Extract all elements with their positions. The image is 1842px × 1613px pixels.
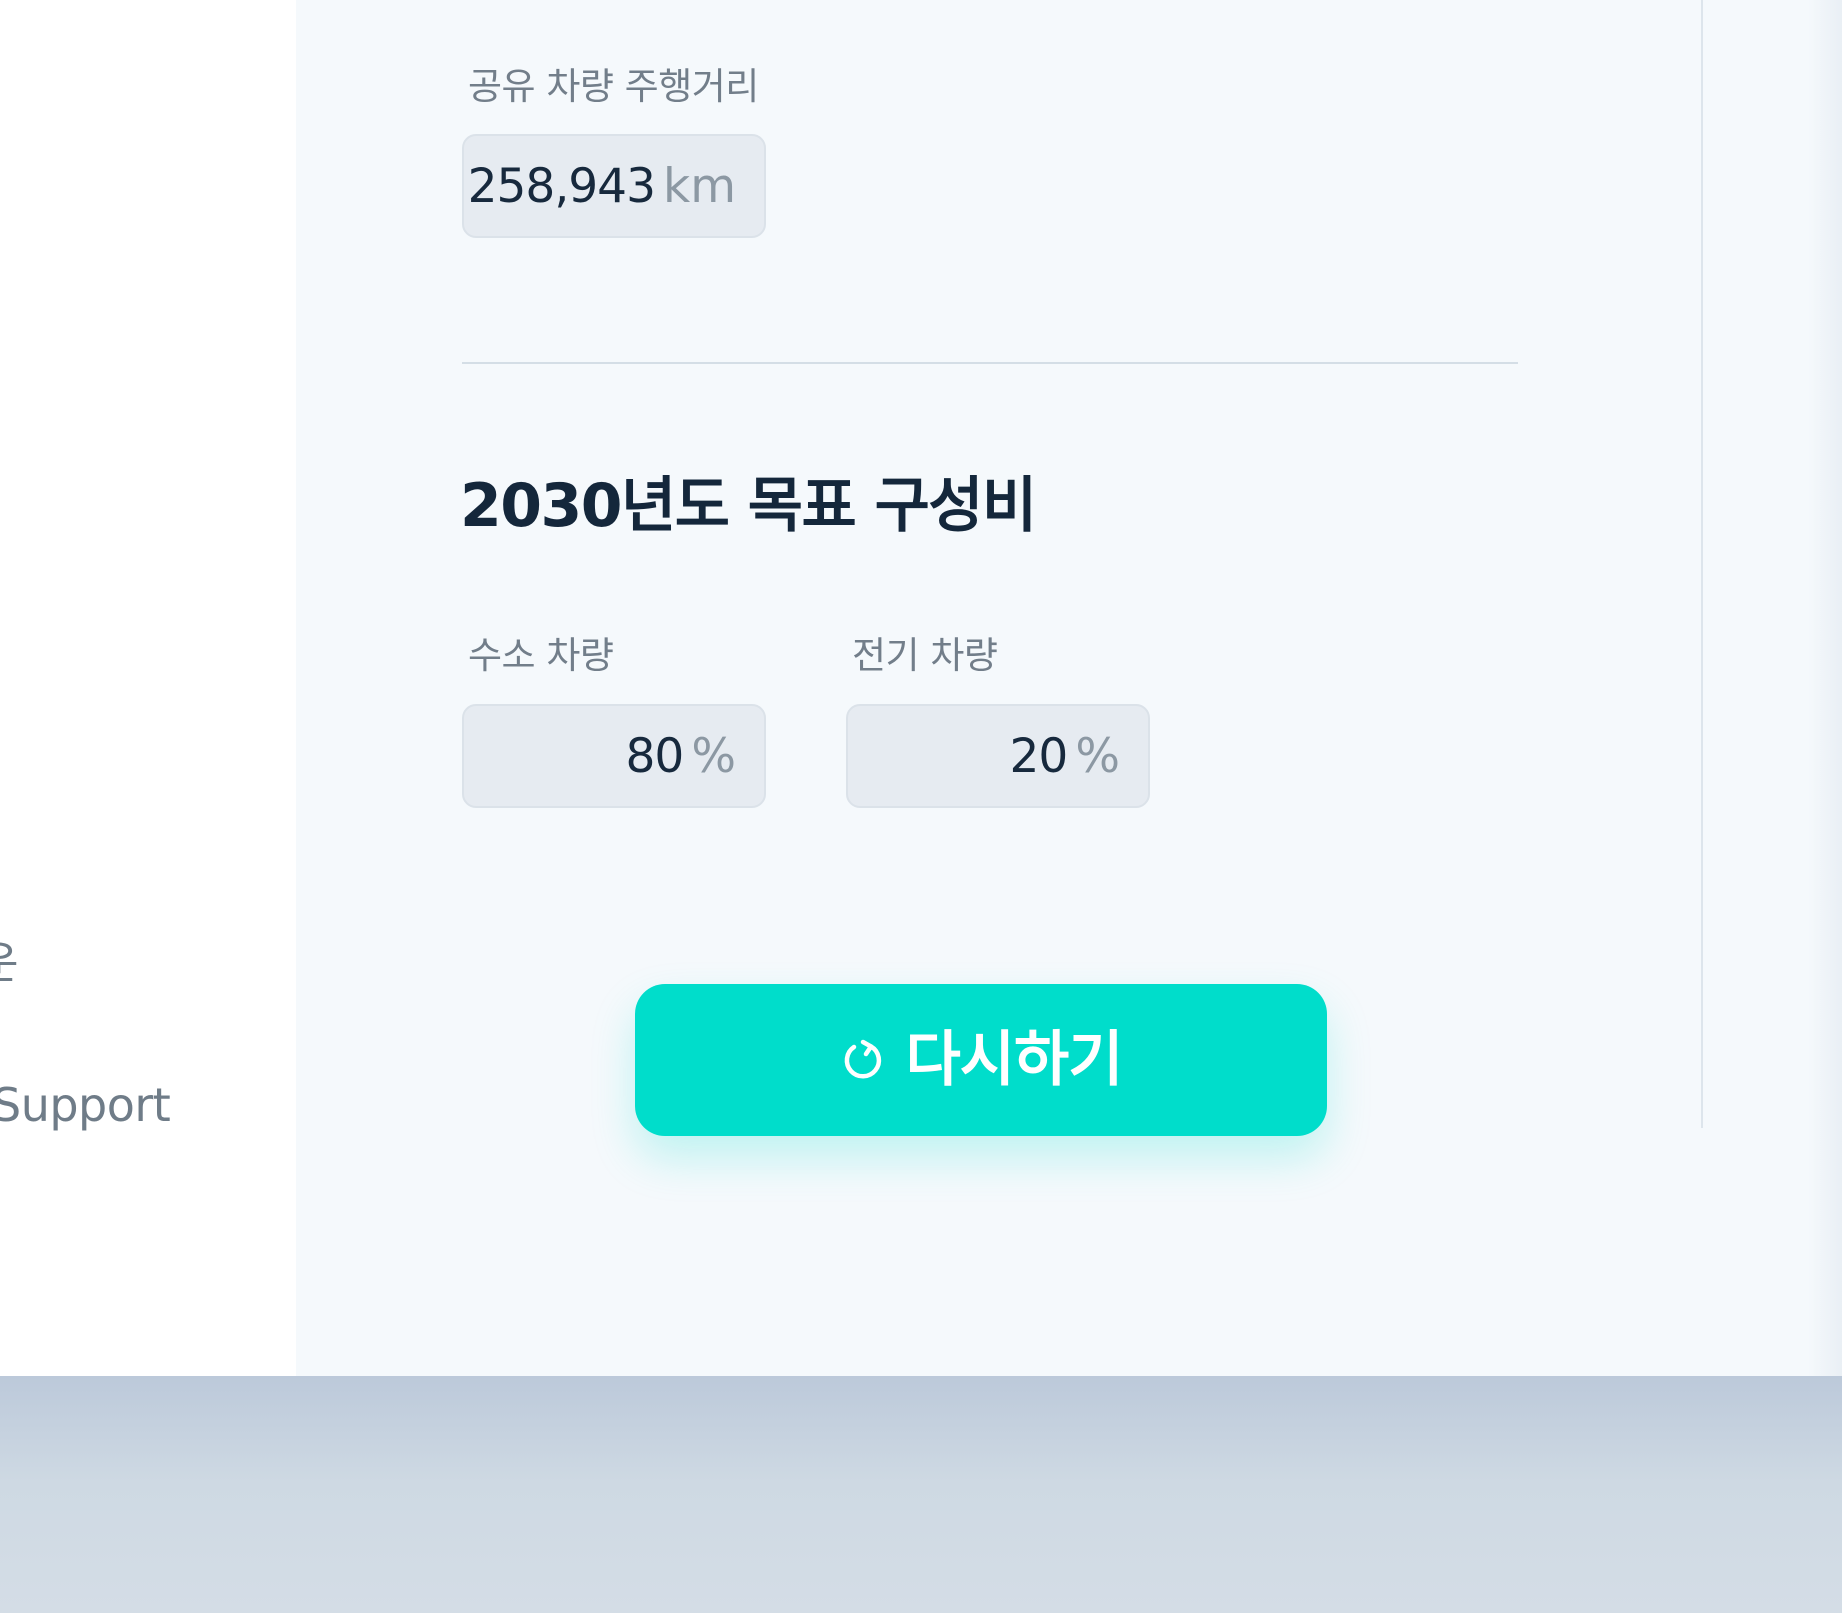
bottom-band <box>0 1376 1842 1613</box>
sidebar-item-support[interactable]: Support <box>0 1082 171 1128</box>
electric-vehicle-field: 20 % <box>846 704 1150 808</box>
electric-vehicle-unit: % <box>1075 728 1120 784</box>
shared-mileage-value: 258,943 <box>467 158 656 214</box>
hydrogen-vehicle-value: 80 <box>625 728 685 784</box>
shared-mileage-label: 공유 차량 주행거리 <box>468 65 759 108</box>
hydrogen-vehicle-label: 수소 차량 <box>468 634 614 677</box>
section-divider <box>462 362 1518 364</box>
target-composition-title: 2030년도 목표 구성비 <box>460 471 1037 541</box>
electric-vehicle-value: 20 <box>1009 728 1069 784</box>
sidebar-item-partial-label[interactable]: 운 <box>0 942 18 986</box>
vertical-divider <box>1701 0 1703 1128</box>
shared-mileage-unit: km <box>662 158 736 214</box>
retry-button[interactable]: 다시하기 <box>635 984 1327 1136</box>
hydrogen-vehicle-unit: % <box>691 728 736 784</box>
shared-mileage-field: 258,943 km <box>462 134 766 238</box>
electric-vehicle-label: 전기 차량 <box>852 634 998 677</box>
right-panel-edge <box>1808 0 1842 1376</box>
sidebar: 운 Support <box>0 0 296 1376</box>
hydrogen-vehicle-field: 80 % <box>462 704 766 808</box>
retry-button-label: 다시하기 <box>905 1025 1124 1095</box>
refresh-icon <box>844 1039 881 1079</box>
